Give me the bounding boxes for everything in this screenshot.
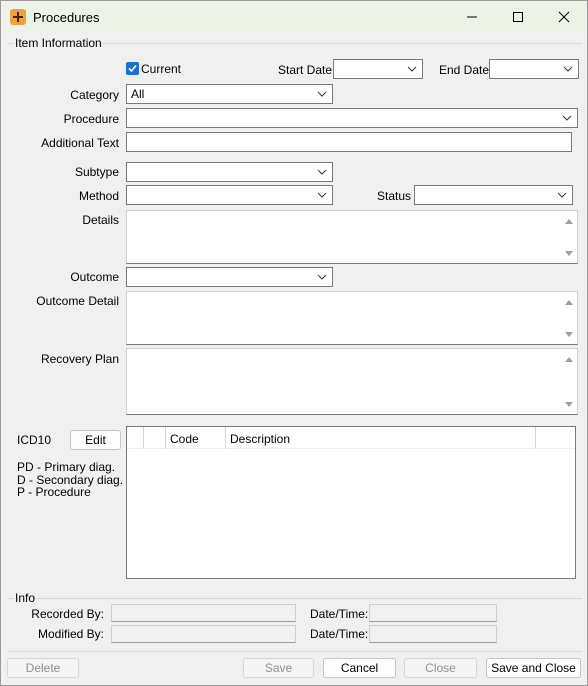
- subtype-select[interactable]: [126, 162, 333, 182]
- modified-datetime-label: Date/Time:: [310, 627, 369, 641]
- legend-procedure: P - Procedure: [17, 485, 91, 499]
- status-select[interactable]: [414, 185, 573, 205]
- chevron-down-icon: [557, 192, 567, 198]
- minimize-button[interactable]: [449, 1, 495, 33]
- icd10-label: ICD10: [17, 433, 52, 447]
- scroll-up-icon[interactable]: [563, 354, 575, 364]
- details-textarea[interactable]: [126, 210, 578, 264]
- close-window-button[interactable]: [541, 1, 587, 33]
- recovery-plan-label: Recovery Plan: [40, 352, 119, 366]
- chevron-down-icon: [317, 91, 327, 97]
- procedure-label: Procedure: [63, 112, 119, 126]
- scroll-down-icon[interactable]: [563, 330, 575, 340]
- additional-text-input[interactable]: [126, 132, 572, 152]
- maximize-icon: [513, 12, 523, 22]
- app-icon: [10, 9, 26, 25]
- modified-by-field: [111, 625, 296, 643]
- recorded-datetime-field: [369, 604, 497, 622]
- status-label: Status: [377, 189, 412, 203]
- chevron-down-icon: [317, 192, 327, 198]
- end-date-picker[interactable]: [489, 59, 579, 79]
- start-date-picker[interactable]: [333, 59, 423, 79]
- window-title: Procedures: [33, 10, 100, 25]
- save-button[interactable]: Save: [243, 658, 314, 678]
- subtype-label: Subtype: [74, 165, 119, 179]
- icd10-edit-button[interactable]: Edit: [70, 430, 121, 450]
- procedures-window: Procedures Item Information Current Star…: [0, 0, 588, 686]
- outcome-detail-textarea[interactable]: [126, 291, 578, 345]
- close-icon: [558, 11, 570, 23]
- category-select[interactable]: All: [126, 84, 333, 104]
- column-header-code[interactable]: Code: [170, 432, 199, 446]
- method-label: Method: [78, 189, 119, 203]
- item-info-group-label: Item Information: [14, 36, 103, 50]
- minimize-icon: [467, 16, 477, 18]
- category-label: Category: [70, 88, 119, 102]
- current-label: Current: [141, 62, 182, 76]
- cancel-button[interactable]: Cancel: [323, 658, 396, 678]
- current-checkbox[interactable]: [126, 62, 139, 75]
- legend-primary: PD - Primary diag.: [17, 460, 116, 474]
- chevron-down-icon: [317, 169, 327, 175]
- outcome-select[interactable]: [126, 267, 333, 287]
- maximize-button[interactable]: [495, 1, 541, 33]
- icd10-grid[interactable]: Code Description: [126, 426, 576, 579]
- chevron-down-icon: [407, 66, 417, 72]
- checkmark-icon: [128, 64, 137, 73]
- additional-text-label: Additional Text: [41, 136, 119, 150]
- start-date-label: Start Date: [278, 63, 333, 77]
- info-group-label: Info: [14, 591, 37, 605]
- category-value: All: [131, 87, 145, 101]
- icd10-grid-header: Code Description: [127, 427, 575, 449]
- scroll-up-icon[interactable]: [563, 297, 575, 307]
- outcome-label: Outcome: [70, 270, 119, 284]
- title-bar: Procedures: [1, 1, 587, 33]
- recovery-plan-textarea[interactable]: [126, 348, 578, 415]
- column-header-description[interactable]: Description: [230, 432, 290, 446]
- method-select[interactable]: [126, 185, 333, 205]
- scroll-down-icon[interactable]: [563, 249, 575, 259]
- recorded-by-label: Recorded By:: [31, 607, 104, 621]
- info-group-border: [7, 598, 582, 599]
- modified-datetime-field: [369, 625, 497, 643]
- end-date-label: End Date: [439, 63, 490, 77]
- recorded-datetime-label: Date/Time:: [310, 607, 369, 621]
- details-label: Details: [82, 213, 119, 227]
- outcome-detail-label: Outcome Detail: [36, 294, 119, 308]
- close-button[interactable]: Close: [404, 658, 477, 678]
- modified-by-label: Modified By:: [37, 627, 104, 641]
- chevron-down-icon: [563, 66, 573, 72]
- procedure-select[interactable]: [126, 108, 578, 128]
- recorded-by-field: [111, 604, 296, 622]
- save-and-close-button[interactable]: Save and Close: [486, 658, 581, 678]
- scroll-down-icon[interactable]: [563, 400, 575, 410]
- chevron-down-icon: [317, 274, 327, 280]
- delete-button[interactable]: Delete: [7, 658, 79, 678]
- scroll-up-icon[interactable]: [563, 216, 575, 226]
- chevron-down-icon: [562, 115, 572, 121]
